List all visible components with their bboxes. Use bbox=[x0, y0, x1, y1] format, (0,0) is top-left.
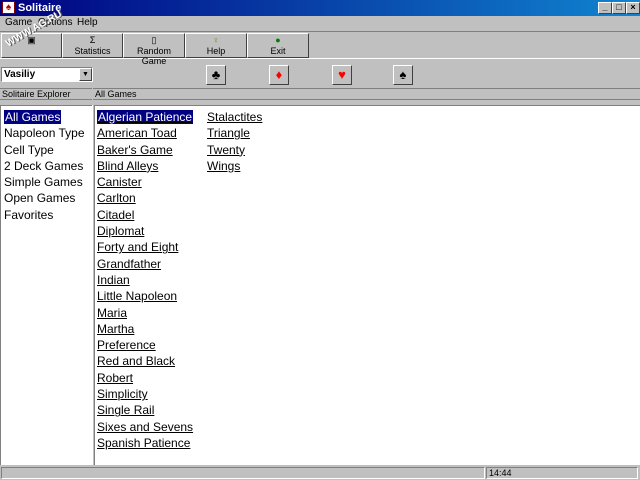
status-bar: 14:44 bbox=[0, 465, 640, 480]
game-link[interactable]: Little Napoleon bbox=[97, 288, 193, 304]
player-select-value: Vasiliy bbox=[4, 69, 36, 80]
game-link[interactable]: Algerian Patience bbox=[97, 109, 194, 125]
lightbulb-icon: ♀ bbox=[212, 35, 220, 45]
games-list-pane: Algerian Patience American Toad Baker's … bbox=[95, 105, 640, 465]
diamonds-button[interactable]: ♦ bbox=[269, 65, 289, 85]
explorer-item-label: Napoleon Type bbox=[4, 126, 85, 141]
game-link[interactable]: Blind Alleys bbox=[97, 158, 193, 174]
game-link[interactable]: Robert bbox=[97, 370, 193, 386]
document-icon: ▯ bbox=[151, 35, 157, 45]
game-link[interactable]: Indian bbox=[97, 272, 193, 288]
explorer-item-all-games[interactable]: All Games bbox=[4, 109, 92, 125]
minimize-button[interactable]: _ bbox=[598, 2, 612, 14]
statistics-button[interactable]: Σ Statistics bbox=[62, 33, 123, 58]
game-link[interactable]: Sixes and Sevens bbox=[97, 419, 193, 435]
game-link[interactable]: Grandfather bbox=[97, 256, 193, 272]
game-link[interactable]: Maria bbox=[97, 305, 193, 321]
exit-button[interactable]: ● Exit bbox=[247, 33, 309, 58]
game-link[interactable]: Baker's Game bbox=[97, 142, 193, 158]
explorer-item-napoleon-type[interactable]: Napoleon Type bbox=[4, 125, 92, 141]
game-link[interactable]: Carlton bbox=[97, 190, 193, 206]
status-message bbox=[1, 467, 485, 479]
status-time: 14:44 bbox=[486, 467, 638, 479]
sigma-icon: Σ bbox=[89, 35, 96, 45]
game-link[interactable]: Spanish Patience bbox=[97, 435, 193, 451]
game-link[interactable]: Martha bbox=[97, 321, 193, 337]
exit-icon: ● bbox=[275, 35, 281, 45]
explorer-item-2-deck-games[interactable]: 2 Deck Games bbox=[4, 158, 92, 174]
player-select[interactable]: Vasiliy ▼ bbox=[1, 67, 93, 82]
random-game-button[interactable]: ▯ Random Game bbox=[123, 33, 185, 66]
game-link[interactable]: Canister bbox=[97, 174, 193, 190]
close-button[interactable]: × bbox=[626, 2, 640, 14]
game-link[interactable]: Single Rail bbox=[97, 402, 193, 418]
explorer-item-label: All Games bbox=[4, 110, 62, 124]
random-game-label: Random Game bbox=[136, 46, 172, 66]
maximize-button[interactable]: □ bbox=[612, 2, 626, 14]
games-header: All Games bbox=[93, 88, 640, 100]
clubs-button[interactable]: ♣ bbox=[206, 65, 226, 85]
explorer-item-label: Simple Games bbox=[4, 175, 83, 190]
explorer-item-label: Cell Type bbox=[4, 142, 54, 157]
explorer-item-cell-type[interactable]: Cell Type bbox=[4, 142, 92, 158]
explorer-item-favorites[interactable]: Favorites bbox=[4, 207, 92, 223]
game-link[interactable]: Wings bbox=[207, 158, 262, 174]
explorer-item-label: Open Games bbox=[4, 191, 76, 206]
menu-help[interactable]: Help bbox=[77, 17, 98, 29]
help-button[interactable]: ♀ Help bbox=[185, 33, 247, 58]
exit-label: Exit bbox=[270, 46, 286, 56]
spades-button[interactable]: ♠ bbox=[393, 65, 413, 85]
game-link[interactable]: Diplomat bbox=[97, 223, 193, 239]
toolbar: ▣ Σ Statistics ▯ Random Game ♀ Help ● Ex… bbox=[0, 31, 640, 66]
explorer-item-open-games[interactable]: Open Games bbox=[4, 190, 92, 206]
explorer-item-simple-games[interactable]: Simple Games bbox=[4, 174, 92, 190]
title-bar[interactable]: ♠ Solitaire _ □ × bbox=[0, 0, 640, 16]
game-link[interactable]: Citadel bbox=[97, 207, 193, 223]
game-link[interactable]: Stalactites bbox=[207, 109, 262, 125]
game-link[interactable]: Forty and Eight bbox=[97, 239, 193, 255]
solitaire-app-icon[interactable]: ♠ bbox=[2, 1, 15, 14]
statistics-label: Statistics bbox=[74, 46, 111, 56]
game-link[interactable]: Simplicity bbox=[97, 386, 193, 402]
explorer-header: Solitaire Explorer bbox=[0, 88, 92, 100]
help-label: Help bbox=[206, 46, 226, 56]
game-link-label: Algerian Patience bbox=[97, 110, 194, 124]
game-link[interactable]: Twenty bbox=[207, 142, 262, 158]
menu-bar: Game Options Help bbox=[0, 16, 640, 30]
explorer-item-label: Favorites bbox=[4, 207, 54, 222]
chevron-down-icon[interactable]: ▼ bbox=[79, 68, 92, 81]
solitaire-explorer-pane: All Games Napoleon Type Cell Type 2 Deck… bbox=[0, 105, 92, 465]
explorer-item-label: 2 Deck Games bbox=[4, 158, 84, 173]
game-link[interactable]: Triangle bbox=[207, 125, 262, 141]
game-link[interactable]: Red and Black bbox=[97, 353, 193, 369]
game-link[interactable]: Preference bbox=[97, 337, 193, 353]
game-link[interactable]: American Toad bbox=[97, 125, 193, 141]
hearts-button[interactable]: ♥ bbox=[332, 65, 352, 85]
